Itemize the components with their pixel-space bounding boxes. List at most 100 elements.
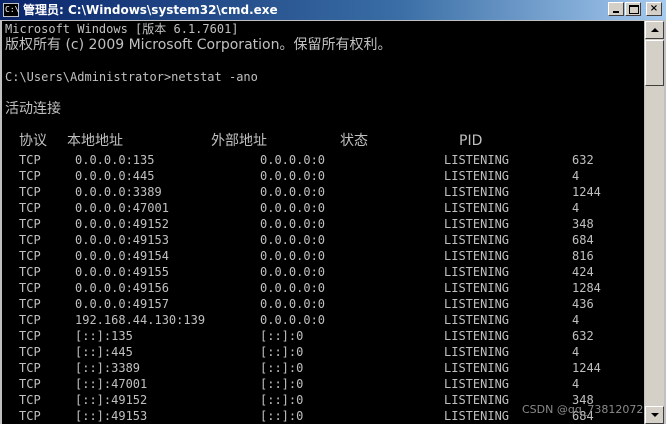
- row-3-proto: TCP: [19, 201, 41, 215]
- section-title: 活动连接: [5, 101, 61, 117]
- row-14-local: [::]:47001: [75, 377, 148, 391]
- row-13-pid: 1244: [572, 361, 601, 375]
- row-11-proto: TCP: [19, 329, 41, 343]
- close-button[interactable]: ×: [646, 2, 662, 16]
- row-6-foreign: 0.0.0.0:0: [260, 249, 326, 263]
- row-7-pid: 424: [572, 265, 594, 279]
- row-13-proto: TCP: [19, 361, 41, 375]
- row-11-pid: 632: [572, 329, 594, 343]
- header-pid: PID: [459, 133, 483, 149]
- row-7-state: LISTENING: [444, 265, 510, 279]
- csdn-watermark: CSDN @qq_73812072: [522, 403, 644, 416]
- row-10-local: 192.168.44.130:139: [75, 313, 206, 327]
- row-4-foreign: 0.0.0.0:0: [260, 217, 326, 231]
- row-9-state: LISTENING: [444, 297, 510, 311]
- command-prompt-line: C:\Users\Administrator>netstat -ano: [5, 70, 258, 84]
- row-7-local: 0.0.0.0:49155: [75, 265, 169, 279]
- row-3-foreign: 0.0.0.0:0: [260, 201, 326, 215]
- row-4-local: 0.0.0.0:49152: [75, 217, 169, 231]
- row-2-state: LISTENING: [444, 185, 510, 199]
- row-5-pid: 684: [572, 233, 594, 247]
- row-12-foreign: [::]:0: [260, 345, 304, 359]
- maximize-icon: [626, 3, 640, 15]
- row-1-pid: 4: [572, 169, 580, 183]
- row-15-foreign: [::]:0: [260, 393, 304, 407]
- maximize-button[interactable]: [625, 2, 641, 16]
- header-state: 状态: [340, 133, 368, 149]
- row-13-state: LISTENING: [444, 361, 510, 375]
- row-4-state: LISTENING: [444, 217, 510, 231]
- title-bar[interactable]: C:\ 管理员: C:\Windows\system32\cmd.exe ×: [0, 0, 666, 20]
- row-2-pid: 1244: [572, 185, 601, 199]
- row-15-state: LISTENING: [444, 393, 510, 407]
- row-11-local: [::]:135: [75, 329, 133, 343]
- row-1-proto: TCP: [19, 169, 41, 183]
- row-6-state: LISTENING: [444, 249, 510, 263]
- row-15-local: [::]:49152: [75, 393, 148, 407]
- banner-version: Microsoft Windows [版本 6.1.7601]: [5, 22, 239, 36]
- row-1-state: LISTENING: [444, 169, 510, 183]
- row-0-local: 0.0.0.0:135: [75, 153, 155, 167]
- scroll-down-arrow-icon: [651, 413, 659, 417]
- row-3-state: LISTENING: [444, 201, 510, 215]
- row-0-state: LISTENING: [444, 153, 510, 167]
- row-0-proto: TCP: [19, 153, 41, 167]
- row-5-proto: TCP: [19, 233, 41, 247]
- row-8-pid: 1284: [572, 281, 601, 295]
- row-16-foreign: [::]:0: [260, 409, 304, 423]
- row-14-foreign: [::]:0: [260, 377, 304, 391]
- row-8-state: LISTENING: [444, 281, 510, 295]
- row-2-foreign: 0.0.0.0:0: [260, 185, 326, 199]
- row-10-foreign: 0.0.0.0:0: [260, 313, 326, 327]
- vertical-scrollbar[interactable]: [645, 21, 664, 424]
- row-11-state: LISTENING: [444, 329, 510, 343]
- minimize-icon: [609, 3, 623, 15]
- row-7-proto: TCP: [19, 265, 41, 279]
- row-6-pid: 816: [572, 249, 594, 263]
- scroll-up-button[interactable]: [645, 21, 664, 39]
- scroll-up-arrow-icon: [651, 28, 659, 32]
- cmd-window: C:\ 管理员: C:\Windows\system32\cmd.exe × M…: [0, 0, 666, 424]
- row-14-pid: 4: [572, 377, 580, 391]
- row-4-proto: TCP: [19, 217, 41, 231]
- row-4-pid: 348: [572, 217, 594, 231]
- row-2-proto: TCP: [19, 185, 41, 199]
- row-15-proto: TCP: [19, 393, 41, 407]
- row-1-local: 0.0.0.0:445: [75, 169, 155, 183]
- row-16-local: [::]:49153: [75, 409, 148, 423]
- scroll-thumb[interactable]: [645, 40, 664, 86]
- banner-copyright: 版权所有 (c) 2009 Microsoft Corporation。保留所有…: [5, 37, 392, 53]
- row-8-local: 0.0.0.0:49156: [75, 281, 169, 295]
- row-3-local: 0.0.0.0:47001: [75, 201, 169, 215]
- row-12-pid: 4: [572, 345, 580, 359]
- row-9-foreign: 0.0.0.0:0: [260, 297, 326, 311]
- row-6-local: 0.0.0.0:49154: [75, 249, 169, 263]
- row-10-state: LISTENING: [444, 313, 510, 327]
- header-local-address: 本地地址: [67, 133, 123, 149]
- row-11-foreign: [::]:0: [260, 329, 304, 343]
- row-1-foreign: 0.0.0.0:0: [260, 169, 326, 183]
- row-9-local: 0.0.0.0:49157: [75, 297, 169, 311]
- row-5-foreign: 0.0.0.0:0: [260, 233, 326, 247]
- row-10-pid: 4: [572, 313, 580, 327]
- row-10-proto: TCP: [19, 313, 41, 327]
- minimize-button[interactable]: [608, 2, 624, 16]
- row-2-local: 0.0.0.0:3389: [75, 185, 162, 199]
- console-output[interactable]: Microsoft Windows [版本 6.1.7601] 版权所有 (c)…: [2, 21, 644, 424]
- row-5-local: 0.0.0.0:49153: [75, 233, 169, 247]
- cmd-app-icon[interactable]: C:\: [3, 3, 19, 17]
- window-title: 管理员: C:\Windows\system32\cmd.exe: [23, 3, 278, 17]
- row-12-proto: TCP: [19, 345, 41, 359]
- row-12-local: [::]:445: [75, 345, 133, 359]
- scroll-down-button[interactable]: [645, 406, 664, 424]
- row-14-proto: TCP: [19, 377, 41, 391]
- header-foreign-address: 外部地址: [211, 133, 267, 149]
- row-9-pid: 436: [572, 297, 594, 311]
- row-12-state: LISTENING: [444, 345, 510, 359]
- close-icon: ×: [649, 3, 659, 14]
- row-13-foreign: [::]:0: [260, 361, 304, 375]
- row-8-proto: TCP: [19, 281, 41, 295]
- row-6-proto: TCP: [19, 249, 41, 263]
- row-5-state: LISTENING: [444, 233, 510, 247]
- row-8-foreign: 0.0.0.0:0: [260, 281, 326, 295]
